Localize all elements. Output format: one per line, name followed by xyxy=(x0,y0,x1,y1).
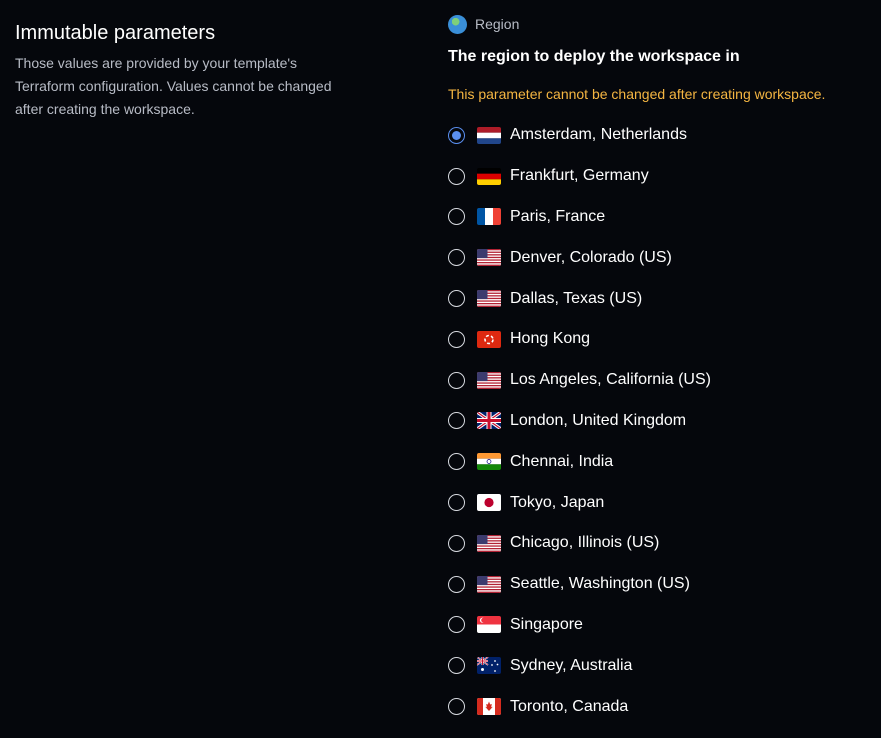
de-flag-icon xyxy=(477,167,501,185)
region-option-label: Toronto, Canada xyxy=(510,697,629,715)
us-flag-icon xyxy=(477,290,501,308)
us-flag-icon xyxy=(477,575,501,593)
region-option[interactable]: Amsterdam, Netherlands xyxy=(448,115,878,156)
region-option[interactable]: Chennai, India xyxy=(448,441,878,482)
nl-flag-icon xyxy=(477,126,501,144)
region-option[interactable]: Dallas, Texas (US) xyxy=(448,278,878,319)
section-header: Immutable parameters Those values are pr… xyxy=(15,20,345,121)
radio-button[interactable] xyxy=(448,494,465,512)
region-option-label: Seattle, Washington (US) xyxy=(510,575,690,593)
region-option[interactable]: Paris, France xyxy=(448,197,878,238)
immutable-warning: This parameter cannot be changed after c… xyxy=(448,86,826,102)
region-option-label: Hong Kong xyxy=(510,330,591,348)
radio-button[interactable] xyxy=(448,208,465,226)
region-option[interactable]: Chicago, Illinois (US) xyxy=(448,523,878,564)
radio-button[interactable] xyxy=(448,534,465,552)
region-option-label: Singapore xyxy=(510,615,583,633)
us-flag-icon xyxy=(477,249,501,267)
parameter-header: Region xyxy=(448,12,878,36)
section-title: Immutable parameters xyxy=(15,22,216,44)
section-description: Those values are provided by your templa… xyxy=(15,55,332,117)
parameter-title: The region to deploy the workspace in xyxy=(448,48,740,65)
gb-flag-icon xyxy=(477,412,501,430)
ca-flag-icon xyxy=(477,698,501,716)
au-flag-icon xyxy=(477,657,501,675)
region-option-label: Chennai, India xyxy=(510,452,614,470)
us-flag-icon xyxy=(477,371,501,389)
radio-button[interactable] xyxy=(448,371,465,389)
region-option-label: London, United Kingdom xyxy=(510,411,687,429)
region-parameter: Region The region to deploy the workspac… xyxy=(448,12,878,727)
radio-button[interactable] xyxy=(448,330,465,348)
sg-flag-icon xyxy=(477,616,501,634)
region-option-label: Sydney, Australia xyxy=(510,656,633,674)
radio-button[interactable] xyxy=(448,453,465,471)
jp-flag-icon xyxy=(477,494,501,512)
hk-flag-icon xyxy=(477,330,501,348)
radio-button[interactable] xyxy=(448,616,465,634)
radio-button[interactable] xyxy=(448,698,465,716)
region-option[interactable]: Frankfurt, Germany xyxy=(448,156,878,197)
region-option-label: Chicago, Illinois (US) xyxy=(510,534,660,552)
region-option-label: Denver, Colorado (US) xyxy=(510,248,672,266)
radio-button[interactable] xyxy=(448,249,465,267)
us-flag-icon xyxy=(477,534,501,552)
region-option-label: Frankfurt, Germany xyxy=(510,167,649,185)
region-option[interactable]: Tokyo, Japan xyxy=(448,482,878,523)
region-option[interactable]: Sydney, Australia xyxy=(448,645,878,686)
region-option-label: Paris, France xyxy=(510,207,606,225)
radio-button[interactable] xyxy=(448,290,465,308)
region-option-label: Amsterdam, Netherlands xyxy=(510,126,687,144)
region-option[interactable]: Singapore xyxy=(448,605,878,646)
radio-button[interactable] xyxy=(448,167,465,185)
region-radio-group: Amsterdam, Netherlands Frankfurt, Germany… xyxy=(448,115,878,727)
region-option[interactable]: London, United Kingdom xyxy=(448,401,878,442)
region-option[interactable]: Toronto, Canada xyxy=(448,686,878,727)
region-option-label: Dallas, Texas (US) xyxy=(510,289,643,307)
region-option[interactable]: Denver, Colorado (US) xyxy=(448,237,878,278)
fr-flag-icon xyxy=(477,208,501,226)
region-option[interactable]: Hong Kong xyxy=(448,319,878,360)
in-flag-icon xyxy=(477,453,501,471)
globe-icon xyxy=(448,14,467,34)
region-option-label: Los Angeles, California (US) xyxy=(510,371,711,389)
radio-button[interactable] xyxy=(448,126,465,144)
parameter-name: Region xyxy=(475,16,520,32)
radio-button[interactable] xyxy=(448,412,465,430)
region-option[interactable]: Los Angeles, California (US) xyxy=(448,360,878,401)
radio-button[interactable] xyxy=(448,575,465,593)
radio-button[interactable] xyxy=(448,657,465,675)
region-option-label: Tokyo, Japan xyxy=(510,493,605,511)
region-option[interactable]: Seattle, Washington (US) xyxy=(448,564,878,605)
